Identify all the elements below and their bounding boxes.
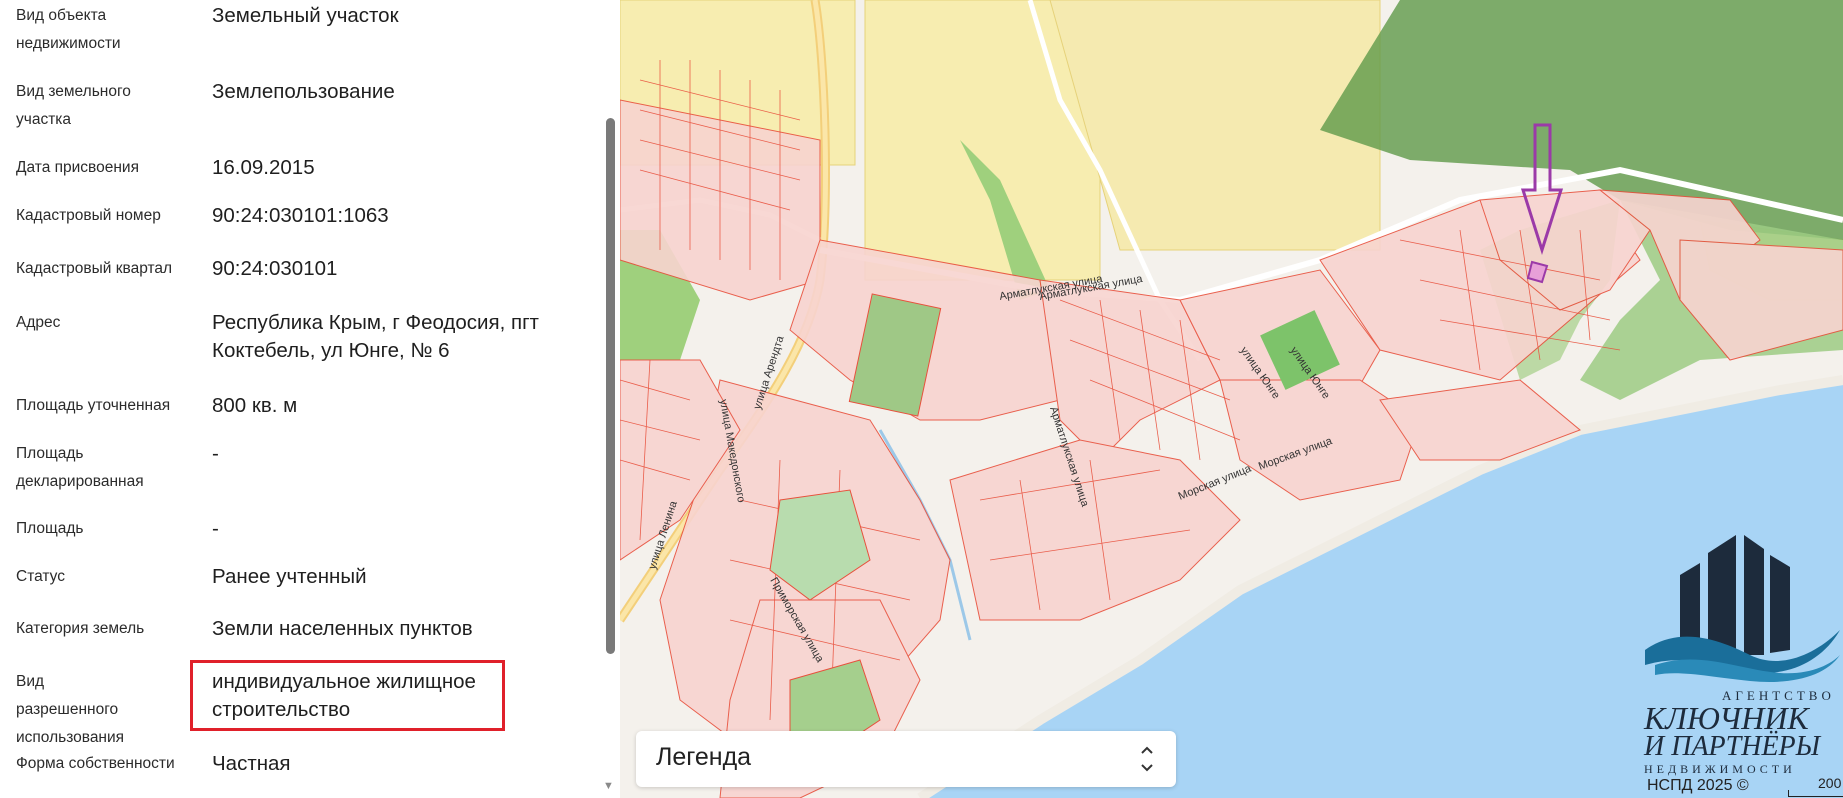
agency-logo: АГЕНТСТВО КЛЮЧНИК И ПАРТНЁРЫ НЕДВИЖИМОСТ… [1640,505,1843,798]
property-label: Дата присвоения [16,159,139,176]
property-label: Площадь уточненная [16,397,171,414]
property-label: Вид разрешенного использования [16,673,125,746]
property-value[interactable]: 16.09.2015 [212,154,592,182]
property-value[interactable]: 800 кв. м [212,392,592,420]
property-value[interactable]: 90:24:030101:1063 [212,202,592,230]
logo-line3: И ПАРТНЁРЫ [1644,731,1821,762]
scale-bar [1788,790,1843,797]
property-label: Вид земельного участка [16,83,131,128]
property-label: Адрес [16,314,61,331]
property-value[interactable]: 90:24:030101 [212,255,592,283]
property-value[interactable]: Земельный участок [212,2,592,30]
scale-label: 200 [1818,775,1842,791]
property-label: Площадь декларированная [16,445,144,490]
property-label: Форма собственности [16,755,175,772]
property-value[interactable]: - [212,515,592,543]
scroll-down-arrow-icon[interactable]: ▼ [603,780,614,792]
property-label: Вид объекта недвижимости [16,7,121,52]
property-value[interactable]: Ранее учтенный [212,563,592,591]
permitted-use-highlight [190,660,505,731]
property-value[interactable]: - [212,440,592,468]
property-value[interactable]: Землепользование [212,78,592,106]
logo-building-icon [1645,535,1840,682]
property-value[interactable]: Республика Крым, г Феодосия, пгт Коктебе… [212,309,592,365]
property-value[interactable]: Земли населенных пунктов [212,615,592,643]
legend-panel[interactable]: Легенда [636,731,1176,787]
legend-label: Легенда [656,743,752,771]
property-label: Категория земель [16,620,145,637]
property-label: Кадастровый квартал [16,260,173,277]
chevron-updown-icon[interactable] [1140,739,1154,779]
scrollbar-thumb[interactable] [606,118,615,654]
logo-line4: НЕДВИЖИМОСТИ [1644,762,1796,776]
property-label: Статус [16,568,65,585]
property-label: Площадь [16,520,84,537]
property-value[interactable]: Частная [212,750,592,778]
map-attribution: НСПД 2025 © [1647,777,1749,794]
property-label: Кадастровый номер [16,207,161,224]
